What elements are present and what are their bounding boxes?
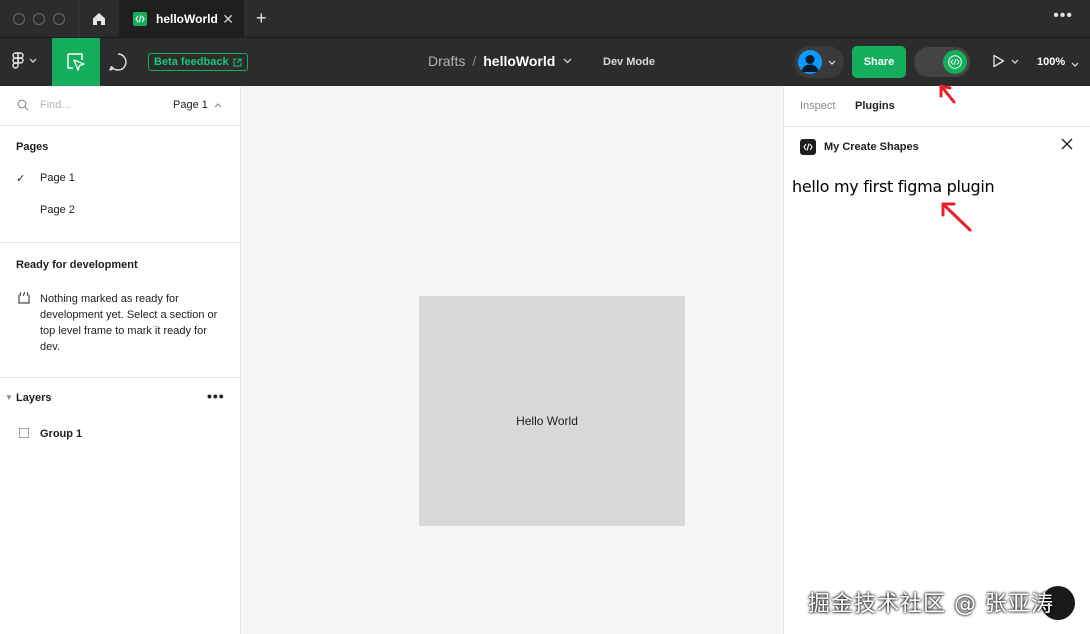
main-menu-button[interactable] [12,52,37,69]
dev-mode-toggle[interactable] [914,47,970,77]
external-link-icon [233,58,242,66]
find-input[interactable] [40,99,150,111]
cursor-select-icon [67,53,85,71]
layer-item-group-1[interactable]: Group 1 [0,424,240,444]
avatar [798,50,822,74]
group-icon [19,428,29,438]
page-label: Page 1 [40,172,75,184]
chevron-down-icon [828,60,836,65]
plugin-title: My Create Shapes [824,141,919,153]
dev-mode-knob [943,50,967,74]
search-icon [17,99,29,111]
file-name[interactable]: helloWorld [483,53,555,69]
ready-for-dev-title: Ready for development [16,259,138,271]
close-window-button[interactable] [13,13,25,25]
file-tab[interactable]: helloWorld ✕ [120,0,244,38]
layers-more-icon[interactable]: ••• [207,388,225,404]
chevron-down-icon[interactable] [563,58,572,64]
tab-title: helloWorld [156,12,218,26]
page-item-1[interactable]: ✓ Page 1 [0,163,240,195]
beta-feedback-button[interactable]: Beta feedback [148,53,248,71]
zoom-level: 100% [1037,56,1066,68]
left-sidebar: Page 1 Pages ✓ Page 1 Page 2 Ready for d… [0,86,241,634]
breadcrumb-drafts-link[interactable]: Drafts [428,53,465,69]
layer-label: Group 1 [40,428,83,440]
tab-inspect[interactable]: Inspect [800,100,835,112]
divider [0,377,240,378]
user-menu-button[interactable] [794,46,844,78]
figma-logo-icon [12,52,24,69]
figma-app-window: helloWorld ✕ + ••• Beta feedback Drafts … [0,0,1090,634]
zoom-menu[interactable]: 100% [1037,56,1079,68]
chevron-up-icon [214,103,222,108]
play-icon [993,54,1005,68]
title-bar: helloWorld ✕ + ••• [0,0,1090,38]
comment-tool-button[interactable] [108,52,128,77]
present-button[interactable] [992,54,1019,68]
ready-for-dev-icon [18,291,30,304]
layers-title: Layers [16,392,52,404]
plugin-code-icon [800,139,816,155]
share-button[interactable]: Share [852,46,906,78]
watermark-text: 掘金技术社区 @ 张亚涛 [808,592,1054,617]
find-row: Page 1 [0,86,240,126]
annotation-arrow-icon [941,202,972,232]
close-tab-icon[interactable]: ✕ [222,12,234,26]
annotation-arrow-icon [939,84,956,104]
breadcrumb: Drafts / helloWorld [428,53,572,69]
code-icon [948,55,962,69]
ready-for-dev-description: Nothing marked as ready for development … [40,293,218,353]
new-tab-button[interactable]: + [256,9,267,27]
dev-mode-label: Dev Mode [603,56,655,68]
minimize-window-button[interactable] [33,13,45,25]
comment-icon [109,53,127,71]
group-frame[interactable]: Hello World [419,296,685,526]
frame-text[interactable]: Hello World [419,414,675,428]
chevron-down-icon [29,58,37,63]
close-icon[interactable] [1060,137,1074,151]
code-file-icon [133,12,147,26]
tab-plugins[interactable]: Plugins [855,100,895,112]
right-sidebar: Inspect Plugins My Create Shapes hello m… [783,86,1090,634]
checkmark-icon: ✓ [16,173,26,185]
page-picker[interactable]: Page 1 [173,99,222,111]
breadcrumb-separator: / [472,53,477,69]
beta-feedback-label: Beta feedback [154,56,229,68]
caret-down-icon: ▼ [5,393,13,402]
page-label: Page 2 [40,204,75,216]
move-tool-button[interactable] [52,38,100,86]
current-page-label: Page 1 [173,99,208,111]
pages-title: Pages [16,141,49,153]
divider [0,242,240,243]
maximize-window-button[interactable] [53,13,65,25]
home-icon [93,13,105,25]
chevron-down-icon [1011,59,1019,64]
layers-header[interactable]: ▼ Layers ••• [0,386,240,410]
chevron-down-icon [1071,62,1079,67]
page-item-2[interactable]: Page 2 [0,195,240,227]
plugin-header: My Create Shapes [784,127,1090,167]
more-options-icon[interactable]: ••• [1053,7,1073,25]
plugin-message: hello my first figma plugin [792,177,995,196]
canvas[interactable]: Hello World [241,86,783,634]
toolbar: Beta feedback Drafts / helloWorld Dev Mo… [0,38,1090,86]
home-button[interactable] [78,0,120,38]
